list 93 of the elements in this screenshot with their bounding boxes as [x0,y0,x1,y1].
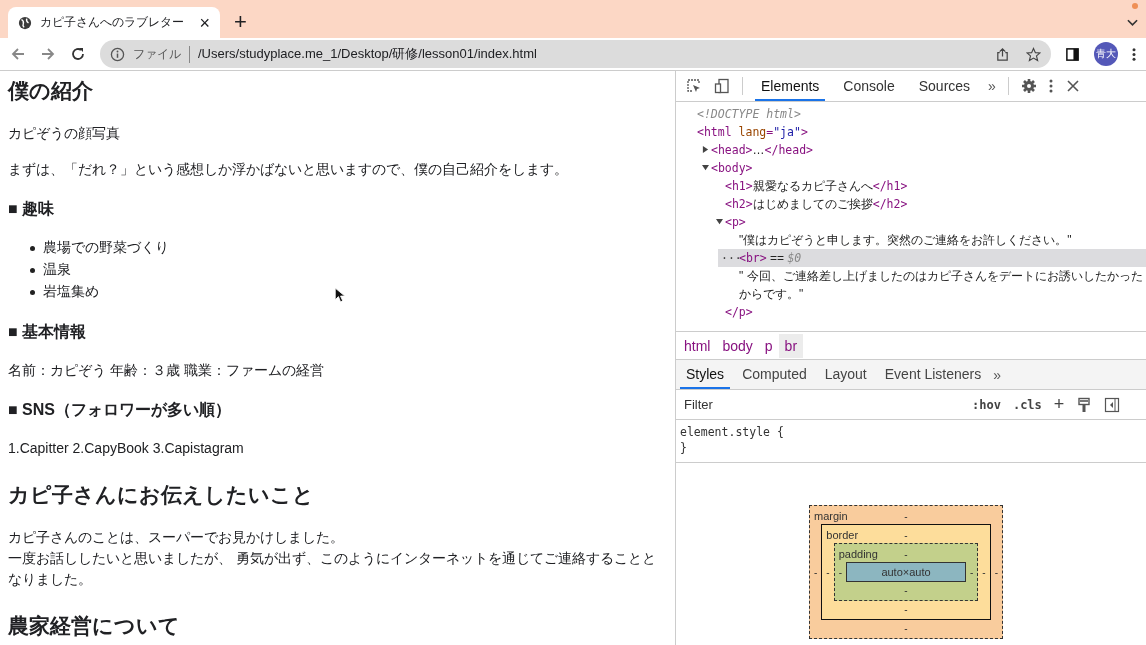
address-bar[interactable]: ファイル /Users/studyplace.me_1/Desktop/研修/lesson01/index.html [100,40,1051,68]
reload-icon[interactable] [70,46,86,62]
box-value: - [994,566,998,578]
box-value: - [904,622,908,634]
box-value: - [904,603,908,615]
devtools-tab[interactable]: Elements [755,71,826,101]
dom-node[interactable]: <h2>はじめましてのご挨拶</h2> [704,195,1146,213]
profile-avatar[interactable]: 青大 [1094,42,1118,66]
dom-node[interactable]: <p> [704,213,1146,231]
box-value: - [904,510,908,522]
breadcrumb[interactable]: p [758,333,779,358]
tab-title: カピ子さんへのラブレター [40,14,185,31]
page-heading: 農家経営について [8,613,181,639]
star-icon[interactable] [1026,46,1041,62]
sidebar-toggle-icon[interactable] [1104,396,1121,413]
status-dot-icon [1132,3,1138,9]
device-toolbar-icon[interactable] [714,78,730,94]
globe-icon [18,15,32,30]
devtools-tab[interactable]: Sources [912,71,977,101]
new-tab-button[interactable]: + [234,11,247,33]
section-heading: ■ 趣味 [8,199,56,219]
paragraph-line: カピ子さんのことは、スーパーでお見かけしました。 [8,528,345,547]
paragraph: まずは、「だれ？」という感想しか浮かばないと思いますので、僕の自己紹介をします。 [8,160,569,179]
new-rule-button[interactable]: + [1053,394,1065,415]
paragraph: カピぞうの顔写真 [8,124,121,143]
box-value: - [982,566,986,578]
bullet-icon [30,289,35,295]
paint-roller-icon[interactable] [1076,396,1093,413]
menu-icon[interactable] [1132,46,1136,62]
collapse-triangle-icon[interactable] [702,164,709,171]
list-item: 温泉 [43,261,71,279]
expand-triangle-icon[interactable] [702,146,709,153]
css-rule-close: } [680,440,688,456]
hover-state-button[interactable]: :hov [972,397,1001,412]
content-size: auto×auto [846,562,966,582]
inspect-icon[interactable] [686,78,702,94]
close-tab-button[interactable]: × [199,13,210,32]
settings-icon[interactable] [1020,78,1037,94]
dom-node[interactable]: " 今回、ご連絡差し上げましたのはカピ子さんをデートにお誘いしたかったからです。" [718,267,1146,303]
dom-node[interactable]: <body> [690,159,1146,177]
scheme-label: ファイル [133,45,190,63]
css-rule-selector: element.style { [680,424,785,440]
side-panel-icon[interactable] [1065,46,1080,62]
dom-node[interactable]: "僕はカピぞうと申します。突然のご連絡をお許しください。" [718,231,1146,249]
box-value: - [969,566,974,578]
box-value: - [904,529,908,541]
back-icon[interactable] [10,46,26,62]
menu-icon[interactable] [1048,78,1053,94]
close-icon[interactable] [1064,78,1081,94]
box-value: - [838,566,843,578]
url-text: /Users/studyplace.me_1/Desktop/研修/lesson01/index.html [198,45,537,63]
browser-tab[interactable]: カピ子さんへのラブレター × [8,7,220,38]
paragraph: 1.Capitter 2.CapyBook 3.Capistagram [8,439,245,458]
box-value: - [904,548,908,560]
paragraph: 名前：カピぞう 年齢：３歳 職業：ファームの経営 [8,361,325,380]
box-label: border [826,529,859,541]
more-tabs-button[interactable]: » [993,366,1002,383]
section-heading: ■ SNS（フォロワーが多い順） [8,400,232,420]
list-item: 農場での野菜づくり [43,239,169,257]
section-heading: ■ 基本情報 [8,322,88,342]
class-button[interactable]: .cls [1012,397,1042,412]
mouse-cursor-icon [334,287,345,303]
box-label: margin [814,510,848,522]
page-heading: カピ子さんにお伝えしたいこと [8,482,315,508]
more-tabs-button[interactable]: » [988,78,996,94]
breadcrumb[interactable]: br [778,333,804,358]
list-item: 岩塩集め [43,283,99,301]
dom-node[interactable]: </p> [704,303,1146,321]
styles-tab[interactable]: Event Listeners [878,360,988,389]
box-value: - [904,584,908,596]
breadcrumb[interactable]: body [716,333,759,358]
page-heading: 僕の紹介 [8,78,94,104]
dom-node[interactable]: <html lang="ja"> [676,123,1146,141]
bullet-icon [30,267,35,273]
styles-tab[interactable]: Layout [818,360,873,389]
chevron-down-icon[interactable] [1127,19,1138,27]
box-value: - [826,566,830,578]
share-icon[interactable] [995,46,1010,62]
collapse-triangle-icon[interactable] [716,218,723,225]
dom-node[interactable]: ···<br> == $0 [718,249,1146,267]
paragraph-line: 一度お話ししたいと思いましたが、 勇気が出ず、このようにインターネットを通じてご連絡することとなりました。 [8,549,657,589]
box-value: - [814,566,818,578]
styles-tab[interactable]: Computed [736,360,813,389]
bullet-icon [30,245,35,251]
dom-node[interactable]: <!DOCTYPE html> [676,105,1146,123]
breadcrumb[interactable]: html [678,333,717,358]
forward-icon[interactable] [40,46,56,62]
devtools-tab[interactable]: Console [837,71,901,101]
dom-node[interactable]: <h1>親愛なるカピ子さんへ</h1> [704,177,1146,195]
dom-node[interactable]: <head>…</head> [690,141,1146,159]
styles-tab[interactable]: Styles [680,360,731,389]
box-label: padding [838,548,878,560]
info-icon[interactable] [110,46,125,62]
